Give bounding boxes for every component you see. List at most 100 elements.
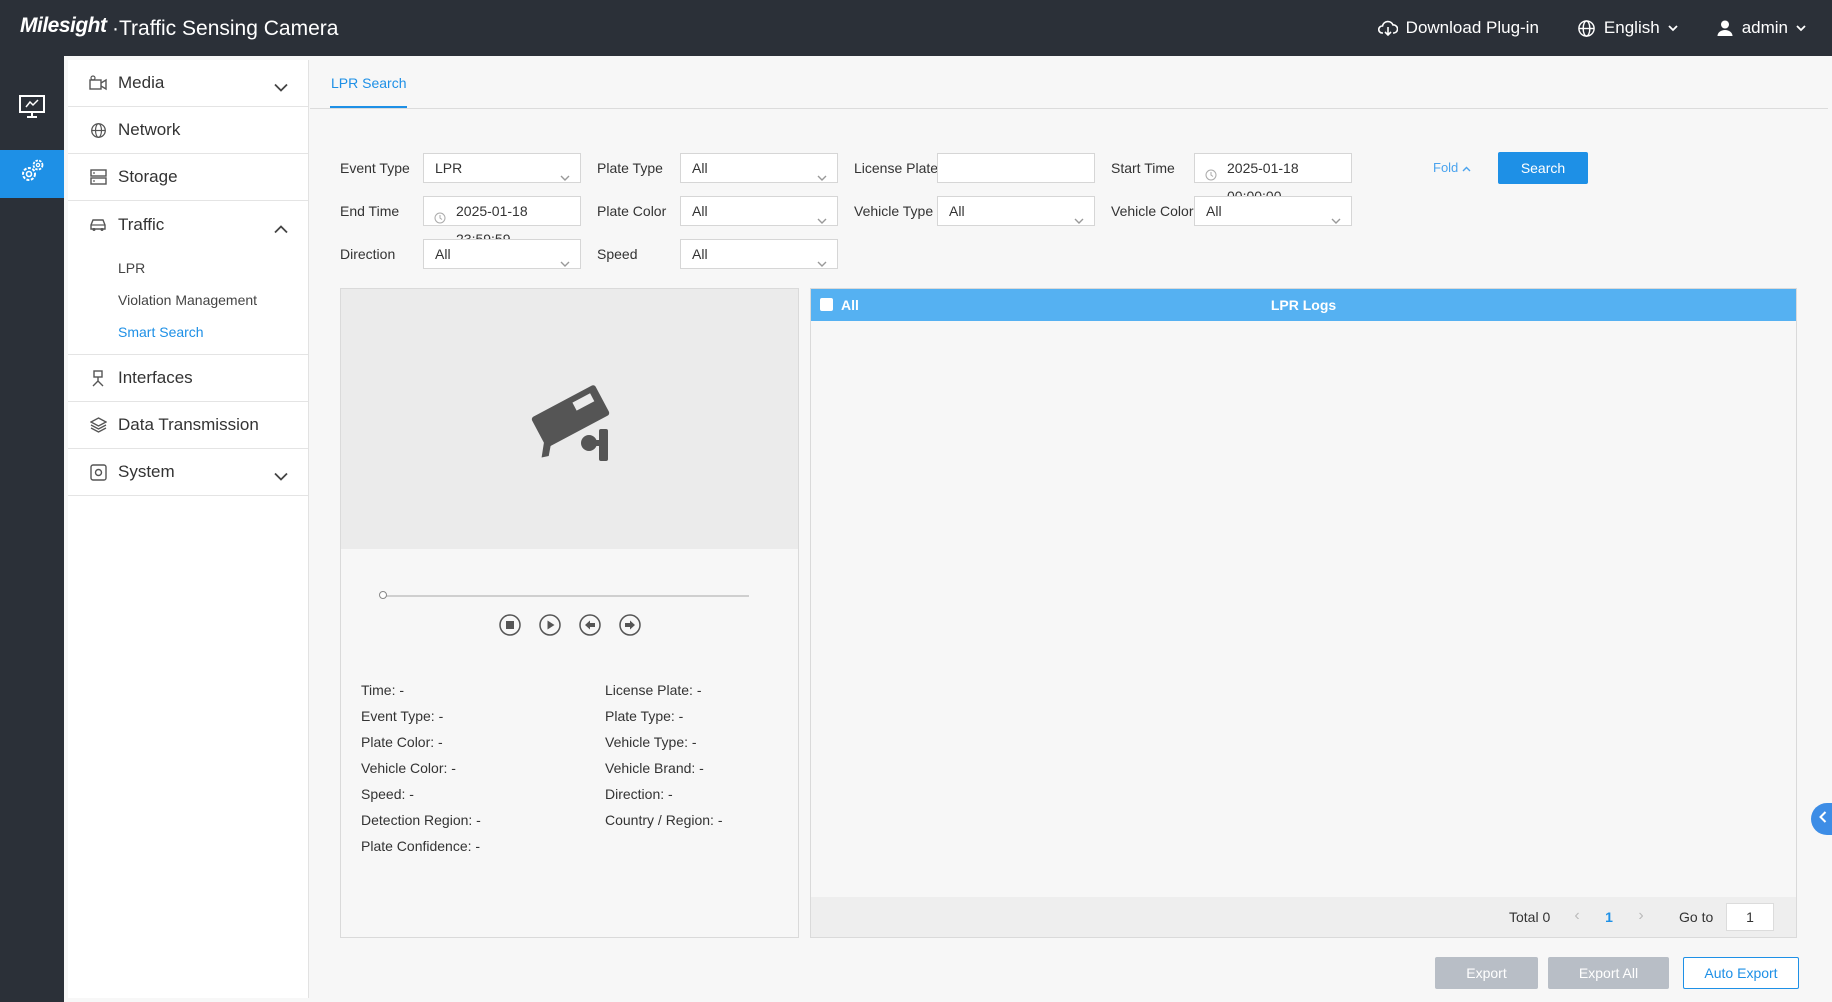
menu-label-system: System	[118, 462, 175, 481]
plate-color-label: Plate Color	[597, 203, 667, 219]
tab-lpr-search[interactable]: LPR Search	[330, 60, 408, 108]
select-all-checkbox[interactable]	[820, 298, 833, 311]
brand-logo: Milesight	[20, 14, 107, 37]
menu-item-system[interactable]: System	[68, 449, 308, 496]
detail-license-plate: License Plate: -	[605, 682, 702, 698]
user-menu[interactable]: admin	[1716, 18, 1806, 38]
menu-item-network[interactable]: Network	[68, 107, 308, 154]
detail-event-type: Event Type: -	[361, 708, 444, 724]
plate-type-select[interactable]: All	[680, 153, 838, 183]
storage-icon	[88, 167, 108, 187]
detail-vehicle-type: Vehicle Type: -	[605, 734, 697, 750]
direction-value: All	[435, 246, 451, 262]
direction-label: Direction	[340, 246, 396, 262]
download-plugin-button[interactable]: Download Plug-in	[1377, 18, 1539, 38]
previous-frame-icon[interactable]	[578, 613, 602, 637]
progress-knob[interactable]	[379, 591, 387, 599]
menu-item-interfaces[interactable]: Interfaces	[68, 355, 308, 402]
icon-rail	[0, 56, 64, 1002]
plate-type-label: Plate Type	[597, 160, 663, 176]
user-name: admin	[1741, 18, 1788, 37]
start-time-picker[interactable]: 2025-01-18 00:00:00	[1194, 153, 1352, 204]
event-type-value: LPR	[435, 160, 463, 176]
chevron-down-icon	[274, 77, 288, 97]
speed-label: Speed	[597, 246, 638, 262]
language-label: English	[1603, 18, 1660, 37]
car-icon	[88, 215, 108, 235]
select-all-label: All	[841, 297, 859, 313]
menu-item-storage[interactable]: Storage	[68, 154, 308, 201]
export-button[interactable]: Export	[1435, 957, 1538, 989]
vehicle-color-select[interactable]: All	[1194, 196, 1352, 226]
submenu-item-violation-management[interactable]: Violation Management	[68, 284, 308, 316]
detail-country-region: Country / Region: -	[605, 812, 723, 828]
user-icon	[1716, 19, 1734, 37]
speed-value: All	[692, 246, 708, 262]
camera-icon	[521, 377, 621, 472]
chevron-down-icon	[1331, 206, 1341, 234]
menu-label-media: Media	[118, 73, 165, 92]
globe-icon	[88, 120, 108, 140]
start-time-label: Start Time	[1111, 160, 1175, 176]
export-all-button[interactable]: Export All	[1548, 957, 1669, 989]
gear-icon	[17, 157, 47, 192]
detail-plate-color: Plate Color: -	[361, 734, 443, 750]
chevron-left-icon	[1819, 810, 1827, 828]
playback-progress[interactable]	[379, 591, 749, 599]
language-dropdown[interactable]: English	[1577, 18, 1678, 38]
menu-label-interfaces: Interfaces	[118, 368, 193, 387]
auto-export-button[interactable]: Auto Export	[1683, 957, 1799, 989]
next-frame-icon[interactable]	[618, 613, 642, 637]
globe-icon	[1577, 19, 1596, 38]
menu-item-data-transmission[interactable]: Data Transmission	[68, 402, 308, 449]
live-view-button[interactable]	[0, 84, 64, 132]
settings-button[interactable]	[0, 150, 64, 198]
current-page[interactable]: 1	[1597, 903, 1621, 931]
event-type-label: Event Type	[340, 160, 410, 176]
event-type-select[interactable]: LPR	[423, 153, 581, 183]
menu-item-traffic[interactable]: Traffic	[68, 201, 308, 248]
menu-label-data-transmission: Data Transmission	[118, 415, 259, 434]
end-time-picker[interactable]: 2025-01-18 23:59:59	[423, 196, 581, 247]
vehicle-color-label: Vehicle Color	[1111, 203, 1194, 219]
clock-icon	[1205, 162, 1217, 190]
goto-label: Go to	[1679, 909, 1714, 925]
layers-icon	[88, 415, 108, 435]
chevron-down-icon	[1796, 24, 1806, 32]
logs-title: LPR Logs	[1270, 297, 1337, 313]
top-right-actions: Download Plug-in English admin	[1377, 0, 1806, 56]
detail-vehicle-color: Vehicle Color: -	[361, 760, 456, 776]
logs-header: LPR Logs All	[811, 289, 1796, 321]
plate-type-value: All	[692, 160, 708, 176]
menu-item-media[interactable]: Media	[68, 60, 308, 107]
chevron-down-icon	[274, 466, 288, 486]
prev-page-button[interactable]: ‹	[1565, 903, 1589, 931]
plate-color-select[interactable]: All	[680, 196, 838, 226]
system-icon	[88, 462, 108, 482]
monitor-icon	[18, 93, 46, 124]
chevron-down-icon	[1074, 206, 1084, 234]
app-title: ·Traffic Sensing Camera	[112, 17, 339, 40]
play-icon[interactable]	[538, 613, 562, 637]
next-page-button[interactable]: ›	[1629, 903, 1653, 931]
chevron-down-icon	[817, 249, 827, 277]
fold-label: Fold	[1433, 160, 1459, 175]
menu-label-network: Network	[118, 120, 181, 139]
search-button[interactable]: Search	[1498, 152, 1588, 184]
video-area	[341, 289, 798, 549]
detail-direction: Direction: -	[605, 786, 673, 802]
fold-toggle[interactable]: Fold	[1433, 153, 1471, 183]
submenu-item-lpr[interactable]: LPR	[68, 252, 308, 284]
detail-time: Time: -	[361, 682, 405, 698]
vehicle-type-select[interactable]: All	[937, 196, 1095, 226]
direction-select[interactable]: All	[423, 239, 581, 269]
goto-page-input[interactable]: 1	[1726, 903, 1774, 931]
cloud-download-icon	[1377, 19, 1398, 37]
traffic-submenu: LPR Violation Management Smart Search	[68, 248, 308, 355]
stop-icon[interactable]	[498, 613, 522, 637]
lpr-logs-panel: LPR Logs All Total 0 ‹ 1 › Go to 1	[810, 288, 1797, 938]
speed-select[interactable]: All	[680, 239, 838, 269]
license-plate-input[interactable]	[937, 153, 1095, 183]
top-bar: Milesight ·Traffic Sensing Camera Downlo…	[0, 0, 1832, 56]
submenu-item-smart-search[interactable]: Smart Search	[68, 316, 308, 348]
